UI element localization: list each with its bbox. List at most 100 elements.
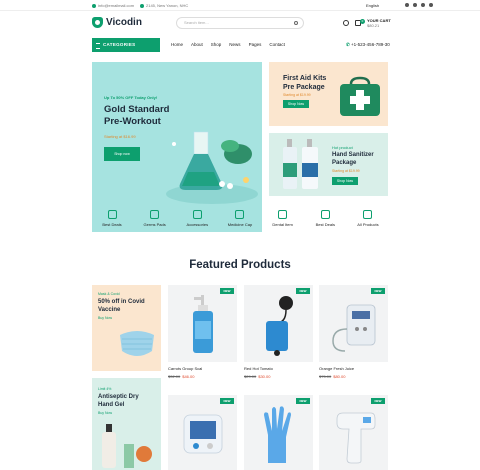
- category-dental-item[interactable]: Dental Item: [263, 210, 303, 234]
- twitter-icon[interactable]: [413, 3, 417, 7]
- product-image[interactable]: NEW: [168, 285, 237, 362]
- covid-promo-link[interactable]: Buy Now: [98, 316, 112, 320]
- medical-gloves-image: [264, 406, 291, 463]
- vimeo-icon[interactable]: [421, 3, 425, 7]
- product-image[interactable]: NEW: [319, 395, 388, 470]
- featured-products-heading: Featured Products: [189, 259, 291, 271]
- location-icon: [140, 3, 144, 8]
- soap-bottle-image: [193, 295, 213, 353]
- hand-gel-promo-link[interactable]: Buy Now: [98, 411, 112, 415]
- product-image[interactable]: NEW: [168, 395, 237, 470]
- category-best-deals[interactable]: Best Deals: [92, 210, 132, 234]
- hand-gel-promo-title-line2: Hand Gel: [98, 402, 125, 408]
- phone-text: +1-523-456-789-30: [351, 42, 390, 47]
- main-nav: Home About Shop News Pages Contact: [171, 38, 285, 52]
- nav-item-home[interactable]: Home: [171, 38, 183, 52]
- social-links: [405, 3, 433, 7]
- hero-tag: Up To 50% OFF Today Only!: [104, 95, 158, 100]
- email-info: info@emailmail.com: [92, 3, 134, 8]
- thermometer-gun-image: [336, 412, 376, 464]
- header: Vicodin Search item... 0 YOUR CART $80.2…: [0, 12, 480, 36]
- language-select[interactable]: English: [366, 3, 379, 8]
- category-label: Best Deals: [102, 222, 122, 227]
- hand-gel-promo-tag: Limit 4%: [98, 387, 112, 391]
- hand-gel-promo-card[interactable]: Limit 4% Antiseptic Dry Hand Gel Buy Now: [92, 378, 161, 470]
- top-bar: info@emailmail.com 2145, New Yanon, NHC …: [0, 0, 480, 11]
- phone-icon: ✆: [346, 42, 350, 47]
- product-image[interactable]: NEW: [319, 285, 388, 362]
- language-label[interactable]: English: [366, 3, 379, 8]
- product-card[interactable]: NEW: [244, 395, 313, 470]
- product-card[interactable]: NEW Red Hot Tomato $29.00 $30.00: [244, 285, 313, 379]
- hero-shop-button[interactable]: Shop now: [104, 147, 140, 161]
- product-name[interactable]: Carrots Group Scal: [168, 366, 237, 371]
- new-badge: NEW: [220, 288, 234, 294]
- sanitizer-tag: Hot product: [332, 145, 353, 150]
- user-icon[interactable]: [343, 20, 349, 26]
- oxygen-machine-image: [332, 304, 376, 352]
- old-price: $32.00: [168, 374, 181, 379]
- nav-item-news[interactable]: News: [229, 38, 240, 52]
- product-card[interactable]: NEW Orange Fresh Juice $75.00 $80.00: [319, 285, 388, 379]
- nav-item-shop[interactable]: Shop: [211, 38, 222, 52]
- blood-pressure-monitor-image: [183, 414, 223, 454]
- category-label: Best Deals: [315, 222, 335, 227]
- category-best-deals-2[interactable]: Best Deals: [305, 210, 345, 234]
- email-text[interactable]: info@emailmail.com: [98, 3, 134, 8]
- product-image[interactable]: NEW: [244, 285, 313, 362]
- category-all-products[interactable]: All Products: [348, 210, 388, 234]
- pinterest-icon[interactable]: [429, 3, 433, 7]
- facebook-icon[interactable]: [405, 3, 409, 7]
- category-label: Accessories: [186, 222, 209, 227]
- old-price: $29.00: [244, 374, 257, 379]
- category-germs-pads[interactable]: Germs Pads: [135, 210, 175, 234]
- search-icon[interactable]: [294, 21, 298, 25]
- hand-gel-image: [102, 424, 152, 468]
- categories-button[interactable]: CATEGORIES: [92, 38, 160, 52]
- category-row: Best Deals Germs Pads Accessories Medici…: [92, 210, 388, 234]
- nav-item-pages[interactable]: Pages: [249, 38, 262, 52]
- covid-promo-card[interactable]: Mask & Covid 50% off in Covid Vaccine Bu…: [92, 285, 161, 371]
- sanitizer-title-line2: Package: [332, 160, 357, 166]
- current-price: $80.00: [333, 374, 346, 379]
- address-text: 2145, New Yanon, NHC: [146, 3, 189, 8]
- hand-gel-promo-title: Antiseptic Dry Hand Gel: [98, 393, 139, 409]
- product-name[interactable]: Red Hot Tomato: [244, 366, 313, 371]
- category-label: All Products: [357, 222, 379, 227]
- category-accessories[interactable]: Accessories: [177, 210, 217, 234]
- logo[interactable]: Vicodin: [92, 17, 142, 28]
- first-aid-shop-button[interactable]: Shop Now: [283, 100, 309, 108]
- sanitizer-title: Hand Sanitizer Package: [332, 151, 374, 167]
- nav-row: CATEGORIES Home About Shop News Pages Co…: [0, 38, 480, 53]
- first-aid-banner: First Aid Kits Pre Package Starting at $…: [269, 62, 388, 126]
- first-aid-title-line2: Pre Package: [283, 84, 325, 91]
- covid-promo-tag: Mask & Covid: [98, 292, 120, 296]
- new-badge: NEW: [371, 288, 385, 294]
- product-image[interactable]: NEW: [244, 395, 313, 470]
- sanitizer-bottles-image: [283, 139, 318, 189]
- cart-count-badge: 0: [360, 19, 365, 24]
- category-medicine-cap[interactable]: Medicine Cap: [220, 210, 260, 234]
- covid-promo-title: 50% off in Covid Vaccine: [98, 298, 145, 314]
- blood-pressure-cuff-image: [266, 296, 293, 356]
- hero-title-line2: Pre-Workout: [104, 116, 161, 127]
- phone-number[interactable]: ✆ +1-523-456-789-30: [346, 38, 390, 52]
- cart-summary[interactable]: YOUR CART $80.21: [367, 18, 391, 28]
- sanitizer-shop-button[interactable]: Shop Now: [332, 177, 358, 185]
- category-label: Medicine Cap: [227, 222, 253, 227]
- product-card[interactable]: NEW: [319, 395, 388, 470]
- product-card[interactable]: NEW: [168, 395, 237, 470]
- product-name[interactable]: Orange Fresh Juice: [319, 366, 388, 371]
- product-price: $29.00 $30.00: [244, 374, 313, 379]
- sanitizer-price: Starting at $19.99: [332, 169, 360, 173]
- deals-icon: [107, 210, 117, 219]
- nav-item-about[interactable]: About: [191, 38, 203, 52]
- heart-logo-icon: [92, 17, 103, 28]
- tooth-icon: [278, 210, 288, 219]
- search-input[interactable]: Search item...: [176, 17, 304, 29]
- hero-banner: Up To 50% OFF Today Only! Gold Standard …: [92, 62, 262, 232]
- product-card[interactable]: NEW Carrots Group Scal $32.00 $46.00: [168, 285, 237, 379]
- first-aid-title-line1: First Aid Kits: [283, 75, 327, 82]
- first-aid-price: Starting at $19.99: [283, 93, 311, 97]
- nav-item-contact[interactable]: Contact: [269, 38, 285, 52]
